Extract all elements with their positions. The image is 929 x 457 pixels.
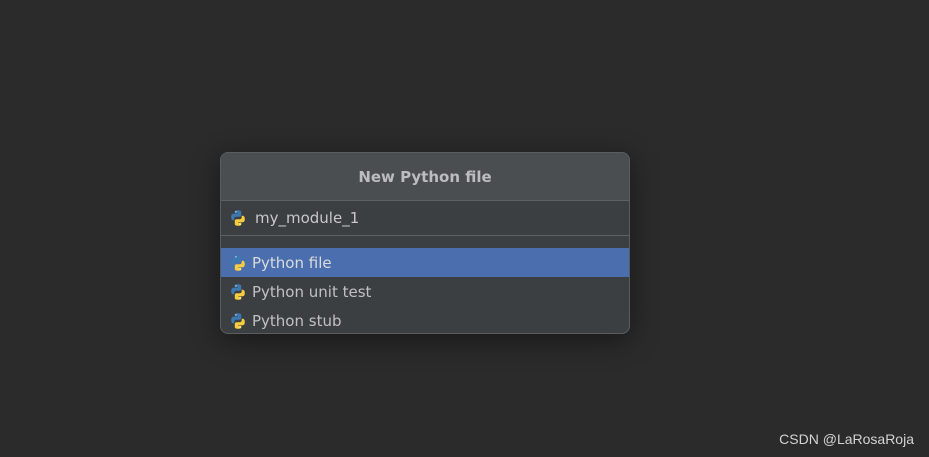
new-python-file-popup: New Python file Python file xyxy=(220,152,630,334)
python-icon xyxy=(231,283,245,300)
template-item-label: Python file xyxy=(252,253,332,272)
template-item-python-stub[interactable]: Python stub xyxy=(221,306,629,333)
popup-title: New Python file xyxy=(221,153,629,201)
watermark: CSDN @LaRosaRoja xyxy=(779,431,914,447)
python-icon xyxy=(231,254,245,271)
template-item-python-file[interactable]: Python file xyxy=(221,248,629,277)
template-item-python-unit-test[interactable]: Python unit test xyxy=(221,277,629,306)
file-name-input[interactable] xyxy=(255,209,615,227)
file-name-row xyxy=(221,201,629,236)
python-icon xyxy=(231,312,245,329)
template-list: Python file Python unit test Python stub xyxy=(221,248,629,333)
template-item-label: Python unit test xyxy=(252,282,372,301)
python-icon xyxy=(231,210,245,226)
template-item-label: Python stub xyxy=(252,311,342,330)
